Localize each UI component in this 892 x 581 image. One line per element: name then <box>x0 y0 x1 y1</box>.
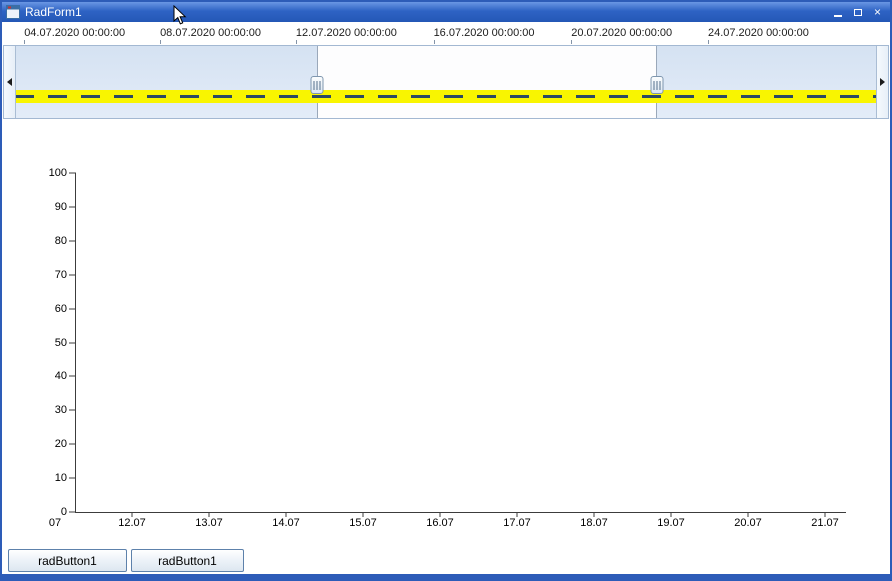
x-axis-label: 19.07 <box>657 517 685 529</box>
y-axis-label: 60 <box>54 302 67 315</box>
y-axis-tick <box>69 375 76 377</box>
grip-icon <box>313 80 321 90</box>
x-axis-tick <box>670 512 672 517</box>
y-axis-label: 0 <box>60 506 67 518</box>
x-axis-label: 17.07 <box>503 517 531 529</box>
maximize-icon <box>853 8 862 16</box>
ruler-tick <box>707 40 709 44</box>
y-axis-label: 30 <box>54 404 67 417</box>
navigator-scroll-left-button[interactable] <box>4 46 16 118</box>
form-client-area: 04.07.2020 00:00:00 08.07.2020 00:00:00 12… <box>2 22 890 574</box>
rad-button-2[interactable]: radButton1 <box>131 549 244 572</box>
y-axis-label: 90 <box>54 200 67 213</box>
navigator-series-line <box>15 95 877 98</box>
x-axis-tick <box>747 512 749 517</box>
y-axis-tick <box>69 172 76 174</box>
y-axis-label: 10 <box>54 472 67 485</box>
y-axis-tick <box>69 443 76 445</box>
grip-icon <box>653 80 661 90</box>
right-triangle-icon <box>880 78 885 86</box>
navigator-selection[interactable] <box>316 46 658 118</box>
maximize-button[interactable] <box>849 5 866 20</box>
y-axis-tick <box>69 308 76 310</box>
x-axis-label: 12.07 <box>118 517 146 529</box>
x-axis-label: 18.07 <box>580 517 608 529</box>
y-axis-tick <box>69 409 76 411</box>
y-axis-label: 100 <box>48 167 67 179</box>
minimize-icon <box>833 15 842 17</box>
y-axis-tick <box>69 206 76 208</box>
x-axis-label: 07 <box>48 517 62 529</box>
x-axis-tick <box>824 512 826 517</box>
navigator-scroll-right-button[interactable] <box>876 46 888 118</box>
x-axis-tick <box>516 512 518 517</box>
ruler-date-label: 08.07.2020 00:00:00 <box>160 27 261 39</box>
navigator-highlight-band <box>15 90 877 103</box>
x-axis-label: 21.07 <box>811 517 839 529</box>
x-axis-tick <box>362 512 364 517</box>
y-axis-label: 70 <box>54 268 67 281</box>
y-axis-tick <box>69 342 76 343</box>
ruler-date-label: 04.07.2020 00:00:00 <box>24 27 126 39</box>
y-axis-label: 20 <box>54 438 67 451</box>
x-axis-label: 13.07 <box>195 517 223 529</box>
navigator-track[interactable] <box>3 45 889 119</box>
app-icon <box>6 5 20 19</box>
navigator-handle-left[interactable] <box>310 76 324 94</box>
x-axis-tick <box>593 512 595 517</box>
navigator-ruler: 04.07.2020 00:00:00 08.07.2020 00:00:00 12… <box>2 24 890 44</box>
close-button[interactable]: × <box>869 5 886 20</box>
window-controls: × <box>829 5 886 20</box>
ruler-tick <box>433 40 435 44</box>
navigator-handle-right[interactable] <box>650 76 664 94</box>
ruler-date-label: 12.07.2020 00:00:00 <box>295 27 397 39</box>
x-axis-tick <box>285 512 287 517</box>
title-bar[interactable]: RadForm1 × <box>2 2 890 25</box>
y-axis-tick <box>69 477 76 479</box>
plot-area: 100 90 80 70 60 50 40 30 20 10 0 07 12.07 13.07 14.07 1… <box>49 167 846 529</box>
y-axis-label: 40 <box>54 370 67 383</box>
left-triangle-icon <box>7 78 12 86</box>
x-axis-tick <box>439 512 441 517</box>
y-axis-tick <box>69 274 76 276</box>
ruler-date-label: 16.07.2020 00:00:00 <box>433 27 535 39</box>
minimize-button[interactable] <box>829 5 846 20</box>
x-axis-label: 20.07 <box>734 517 762 529</box>
x-axis-label: 15.07 <box>349 517 377 529</box>
ruler-tick <box>295 40 297 44</box>
window-title: RadForm1 <box>25 5 82 19</box>
ruler-tick <box>24 40 26 44</box>
ruler-tick <box>571 40 573 44</box>
x-axis-label: 16.07 <box>426 517 454 529</box>
y-axis-label: 80 <box>54 234 67 247</box>
x-axis-label: 14.07 <box>272 517 300 529</box>
ruler-date-label: 24.07.2020 00:00:00 <box>707 27 809 39</box>
y-axis-label: 50 <box>54 336 67 349</box>
y-axis-tick <box>69 511 76 513</box>
rad-form-window: RadForm1 × 04.07.2020 00:00:00 08.07.2020… <box>0 0 892 581</box>
ruler-date-label: 20.07.2020 00:00:00 <box>571 27 673 39</box>
x-axis-tick <box>208 512 210 517</box>
rad-button-1[interactable]: radButton1 <box>8 549 127 572</box>
x-axis-tick <box>131 512 133 517</box>
ruler-tick <box>160 40 162 44</box>
y-axis-tick <box>69 240 76 242</box>
